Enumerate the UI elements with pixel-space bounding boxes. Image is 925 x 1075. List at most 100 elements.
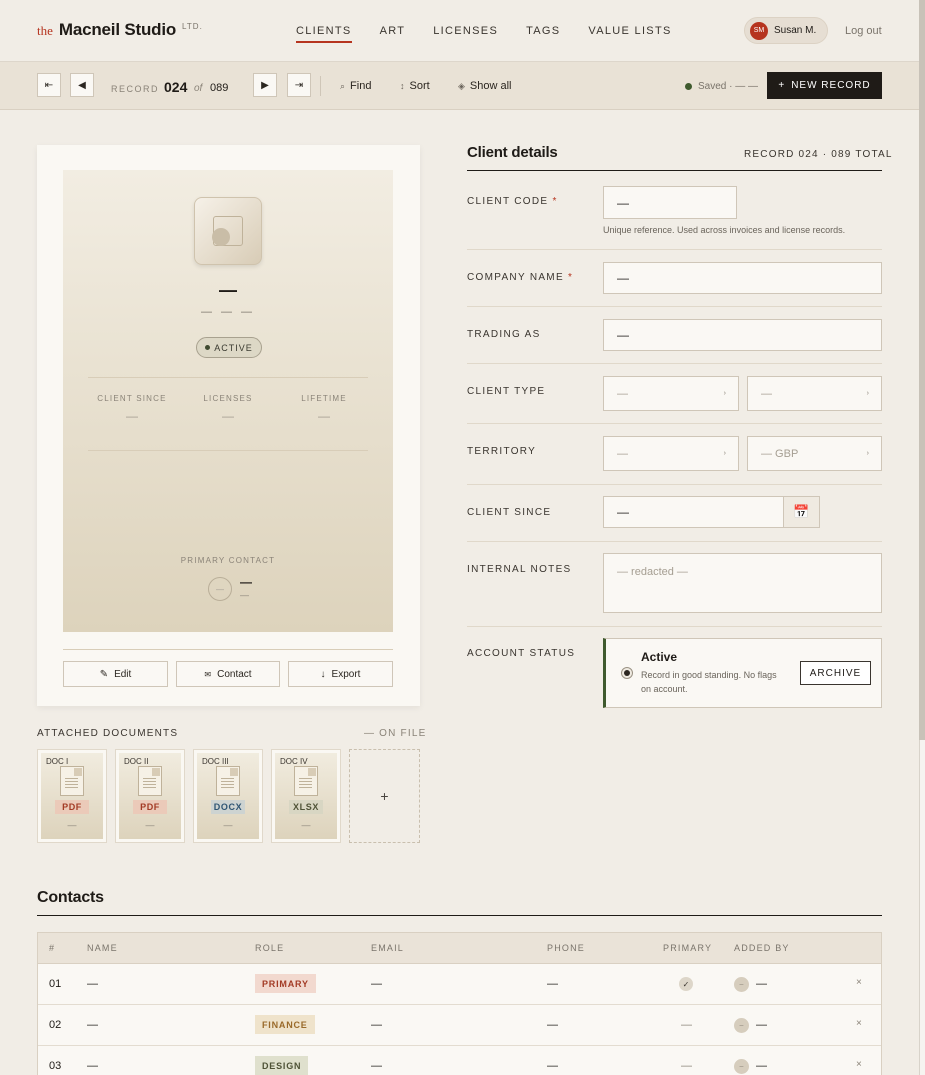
select-value: — (617, 447, 628, 460)
contact-email: — (371, 1019, 382, 1031)
row-number: 02 (49, 1019, 62, 1031)
delete-row-icon[interactable]: × (856, 1018, 862, 1029)
document-value: — (145, 820, 155, 830)
added-by-avatar: – (734, 977, 749, 992)
record-toolbar: ⇤ ◀ RECORD 024 of 089 ▶ ⇥ ⌕ Find ↕ Sort ◈ S… (0, 62, 919, 110)
documents-count: — ON FILE (364, 728, 427, 739)
column-header[interactable]: EMAIL (371, 943, 404, 953)
primary-contact-sub: — (240, 590, 249, 600)
first-icon: ⇤ (44, 79, 54, 91)
nav-licenses[interactable]: LICENSES (433, 25, 498, 43)
calendar-button[interactable]: 📅 (783, 496, 820, 528)
chevron-down-icon: › (866, 450, 869, 457)
table-row[interactable]: 02 — FINANCE — — — – — × (38, 1005, 881, 1046)
plus-icon: + (778, 80, 786, 91)
table-row[interactable]: 03 — DESIGN — — — – — × (38, 1046, 881, 1075)
added-by-name: — (756, 1019, 767, 1031)
archive-button[interactable]: ARCHIVE (800, 661, 871, 685)
document-thumb[interactable]: DOC III DOCX — (193, 749, 263, 843)
user-menu[interactable]: SM Susan M. (744, 17, 828, 44)
document-thumb[interactable]: DOC IV XLSX — (271, 749, 341, 843)
client-code-field[interactable]: — (603, 186, 737, 219)
form-title: Client details (467, 144, 558, 161)
first-record-button[interactable]: ⇤ (37, 73, 61, 97)
stat-lifetime: LIFETIME — (279, 394, 369, 423)
contacts-table: # NAME ROLE EMAIL PHONE PRIMARY ADDED BY… (37, 932, 882, 1075)
column-header[interactable]: ROLE (255, 943, 284, 953)
next-record-button[interactable]: ▶ (253, 73, 277, 97)
brand-logo[interactable]: the Macneil Studio LTD. (37, 20, 203, 40)
documents-heading: ATTACHED DOCUMENTS (37, 728, 179, 739)
select-value: — (617, 387, 628, 400)
added-by-name: — (756, 978, 767, 990)
new-record-button[interactable]: + NEW RECORD (767, 72, 882, 99)
nav-clients[interactable]: CLIENTS (296, 25, 352, 43)
saved-text: Saved · — — (698, 81, 759, 92)
record-of: of (194, 83, 203, 94)
form-record-info: RECORD 024 · 089 TOTAL (744, 149, 893, 160)
file-type-badge: PDF (55, 800, 89, 814)
record-current: 024 (164, 79, 188, 95)
new-record-label: NEW RECORD (791, 80, 871, 91)
prev-icon: ◀ (78, 79, 86, 91)
last-record-button[interactable]: ⇥ (287, 73, 311, 97)
page-scrollbar[interactable] (919, 0, 925, 1075)
client-type-select[interactable]: — › (603, 376, 739, 411)
export-button[interactable]: ↓ Export (288, 661, 393, 687)
chevron-down-icon: › (866, 390, 869, 397)
client-name: — (219, 280, 237, 300)
currency-select[interactable]: — GBP › (747, 436, 882, 471)
divider (467, 626, 882, 627)
main-nav: CLIENTS ART LICENSES TAGS VALUE LISTS (296, 25, 672, 43)
column-header[interactable]: PHONE (547, 943, 585, 953)
document-thumb[interactable]: DOC I PDF — (37, 749, 107, 843)
nav-art[interactable]: ART (380, 25, 406, 43)
delete-row-icon[interactable]: × (856, 977, 862, 988)
document-label: DOC IV (280, 757, 308, 766)
plus-icon: + (380, 788, 389, 804)
primary-contact-name: — (240, 575, 252, 589)
contact-name: — (87, 1060, 98, 1072)
client-since-field[interactable]: — (603, 496, 784, 528)
trading-as-field[interactable]: — (603, 319, 882, 351)
contacts-heading: Contacts (37, 889, 104, 906)
show-all-label: Show all (469, 80, 512, 92)
table-row[interactable]: 01 — PRIMARY — — ✓ – — × (38, 964, 881, 1005)
nav-tags[interactable]: TAGS (526, 25, 560, 43)
column-header[interactable]: NAME (87, 943, 118, 953)
logout-link[interactable]: Log out (845, 25, 882, 37)
toolbar-divider (320, 76, 321, 96)
client-card-body: — — — — ACTIVE CLIENT SINCE — LICENSES — L… (63, 170, 393, 632)
company-name-field[interactable]: — (603, 262, 882, 294)
divider (37, 915, 882, 916)
scrollbar-thumb[interactable] (919, 0, 925, 740)
prev-record-button[interactable]: ◀ (70, 73, 94, 97)
account-status-label: ACCOUNT STATUS (467, 648, 576, 659)
contact-label: Contact (217, 668, 252, 680)
sort-button[interactable]: ↕ Sort (400, 80, 430, 92)
delete-row-icon[interactable]: × (856, 1059, 862, 1070)
document-value: — (223, 820, 233, 830)
status-badge: ACTIVE (196, 337, 262, 358)
add-document-button[interactable]: + (349, 749, 420, 843)
company-name-label: COMPANY NAME * (467, 272, 574, 283)
edit-button[interactable]: ✎ Edit (63, 661, 168, 687)
internal-notes-field[interactable]: — redacted — (603, 553, 882, 613)
save-status: Saved · — — (685, 81, 758, 92)
diamond-icon: ◈ (458, 80, 465, 91)
stat-value: — (222, 409, 234, 423)
nav-value-lists[interactable]: VALUE LISTS (588, 25, 671, 43)
column-header[interactable]: # (49, 943, 55, 953)
column-header[interactable]: PRIMARY (663, 943, 712, 953)
pencil-icon: ✎ (99, 668, 109, 680)
contact-button[interactable]: ✉ Contact (176, 661, 280, 687)
find-button[interactable]: ⌕ Find (340, 80, 371, 92)
divider (467, 249, 882, 250)
stat-label: LIFETIME (301, 394, 347, 403)
territory-select[interactable]: — › (603, 436, 739, 471)
show-all-button[interactable]: ◈ Show all (458, 80, 512, 92)
status-radio[interactable] (621, 667, 633, 679)
column-header[interactable]: ADDED BY (734, 943, 790, 953)
document-thumb[interactable]: DOC II PDF — (115, 749, 185, 843)
client-subtype-select[interactable]: — › (747, 376, 882, 411)
